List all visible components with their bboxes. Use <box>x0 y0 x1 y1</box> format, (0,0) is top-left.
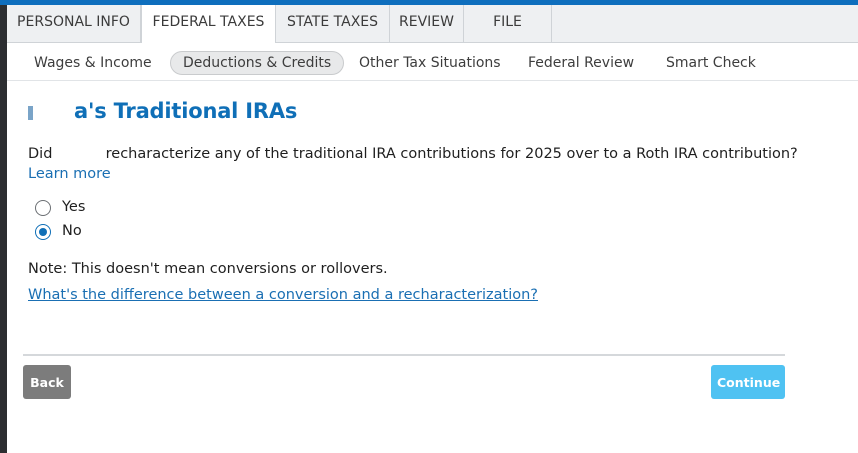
radio-yes[interactable] <box>35 200 51 216</box>
subnav-federal-review[interactable]: Federal Review <box>528 52 634 74</box>
sub-navigation: Wages & Income Deductions & Credits Othe… <box>7 43 858 81</box>
learn-more-link[interactable]: Learn more <box>28 166 111 182</box>
continue-button[interactable]: Continue <box>711 365 785 399</box>
radio-no[interactable] <box>35 224 51 240</box>
question-rest: recharacterize any of the traditional IR… <box>105 146 798 162</box>
page-title-text: a's Traditional IRAs <box>74 99 298 123</box>
question-start: Did <box>28 146 53 162</box>
redacted-name-fragment <box>28 106 33 120</box>
back-button[interactable]: Back <box>23 365 71 399</box>
conversion-vs-recharacterization-link[interactable]: What's the difference between a conversi… <box>28 287 538 303</box>
subnav-smart-check[interactable]: Smart Check <box>666 52 756 74</box>
subnav-other-tax-situations[interactable]: Other Tax Situations <box>359 52 501 74</box>
radio-no-label[interactable]: No <box>62 223 82 239</box>
footer-divider <box>23 354 785 356</box>
tab-review[interactable]: REVIEW <box>390 5 464 42</box>
top-tab-bar: PERSONAL INFO FEDERAL TAXES STATE TAXES … <box>7 5 858 43</box>
subnav-wages-income[interactable]: Wages & Income <box>34 52 152 74</box>
question-text: Did recharacterize any of the traditiona… <box>28 146 798 162</box>
radio-yes-label[interactable]: Yes <box>62 199 85 215</box>
page-title: a's Traditional IRAs <box>28 99 297 123</box>
note-text: Note: This doesn't mean conversions or r… <box>28 261 388 277</box>
left-window-edge <box>0 5 7 453</box>
subnav-deductions-credits[interactable]: Deductions & Credits <box>170 51 345 75</box>
tab-personal-info[interactable]: PERSONAL INFO <box>7 5 141 42</box>
tab-state-taxes[interactable]: STATE TAXES <box>276 5 390 42</box>
tab-federal-taxes[interactable]: FEDERAL TAXES <box>141 5 276 43</box>
tab-file[interactable]: FILE <box>464 5 552 42</box>
